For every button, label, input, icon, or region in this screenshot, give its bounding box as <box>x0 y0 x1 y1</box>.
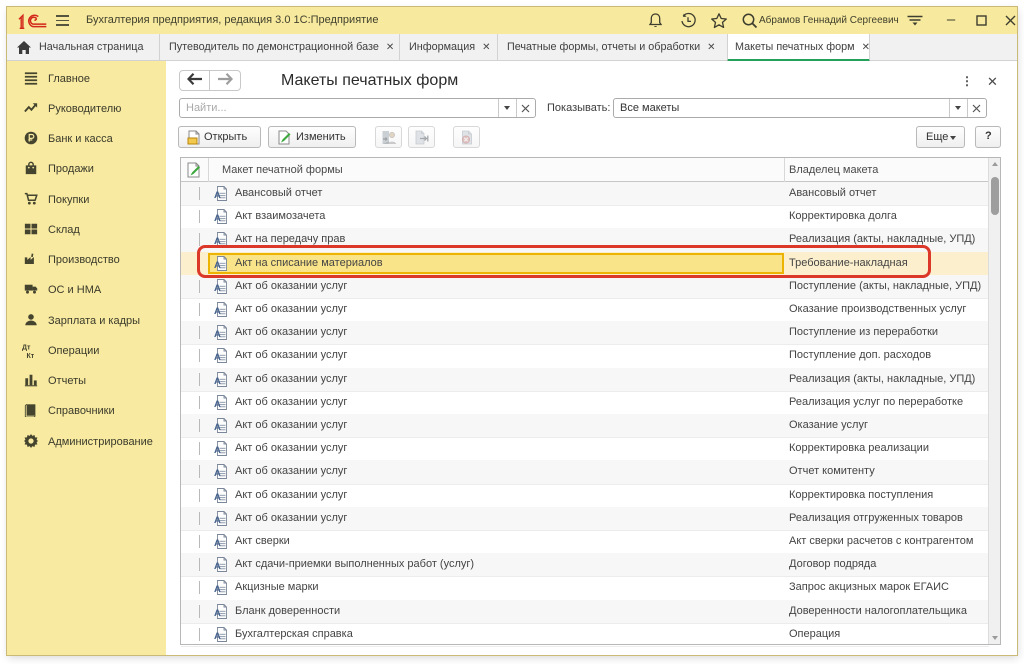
svg-text:А: А <box>214 631 221 642</box>
svg-text:А: А <box>214 213 221 224</box>
svg-text:А: А <box>214 515 221 526</box>
svg-text:А: А <box>214 306 221 317</box>
svg-text:А: А <box>214 538 221 549</box>
svg-text:А: А <box>214 352 221 363</box>
svg-text:А: А <box>214 329 221 340</box>
svg-text:А: А <box>214 584 221 595</box>
svg-text:Дт: Дт <box>22 345 31 352</box>
svg-text:А: А <box>214 283 221 294</box>
svg-text:А: А <box>214 422 221 433</box>
svg-text:А: А <box>214 468 221 479</box>
svg-text:А: А <box>214 607 221 618</box>
svg-text:А: А <box>214 445 221 456</box>
svg-text:Кт: Кт <box>27 353 35 359</box>
svg-text:А: А <box>214 399 221 410</box>
svg-text:А: А <box>214 491 221 502</box>
svg-text:А: А <box>214 190 221 201</box>
svg-text:А: А <box>214 561 221 572</box>
svg-text:А: А <box>214 375 221 386</box>
